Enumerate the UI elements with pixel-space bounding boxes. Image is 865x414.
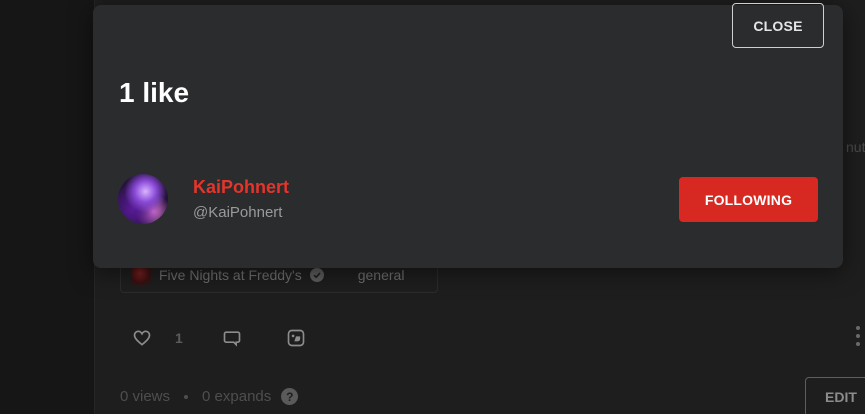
partial-background-text: nut — [846, 139, 865, 155]
community-thumbnail — [131, 265, 151, 285]
liker-row: KaiPohnert @KaiPohnert FOLLOWING — [118, 174, 818, 224]
post-stats: 0 views 0 expands ? — [120, 388, 299, 405]
user-name[interactable]: KaiPohnert — [193, 177, 289, 198]
post-actions: 1 — [131, 327, 307, 349]
comment-icon[interactable] — [221, 327, 243, 349]
help-icon[interactable]: ? — [281, 388, 299, 405]
avatar[interactable] — [118, 174, 168, 224]
more-icon[interactable] — [856, 326, 862, 350]
close-button[interactable]: CLOSE — [732, 3, 824, 48]
verified-icon — [309, 268, 324, 282]
user-handle: @KaiPohnert — [193, 204, 283, 221]
category-tag[interactable]: general — [358, 267, 405, 283]
modal-title: 1 like — [119, 77, 190, 108]
edit-button[interactable]: EDIT — [805, 377, 865, 414]
likes-modal: CLOSE 1 like KaiPohnert @KaiPohnert FOLL… — [93, 3, 843, 268]
stats-separator — [184, 394, 189, 399]
community-tag[interactable]: Five Nights at Freddy's — [159, 267, 302, 283]
reblog-icon[interactable] — [285, 327, 307, 349]
expands-count: 0 expands — [202, 388, 272, 405]
like-count[interactable]: 1 — [175, 330, 183, 346]
heart-icon[interactable] — [131, 327, 153, 349]
views-count: 0 views — [120, 388, 171, 405]
following-button[interactable]: FOLLOWING — [679, 177, 818, 222]
